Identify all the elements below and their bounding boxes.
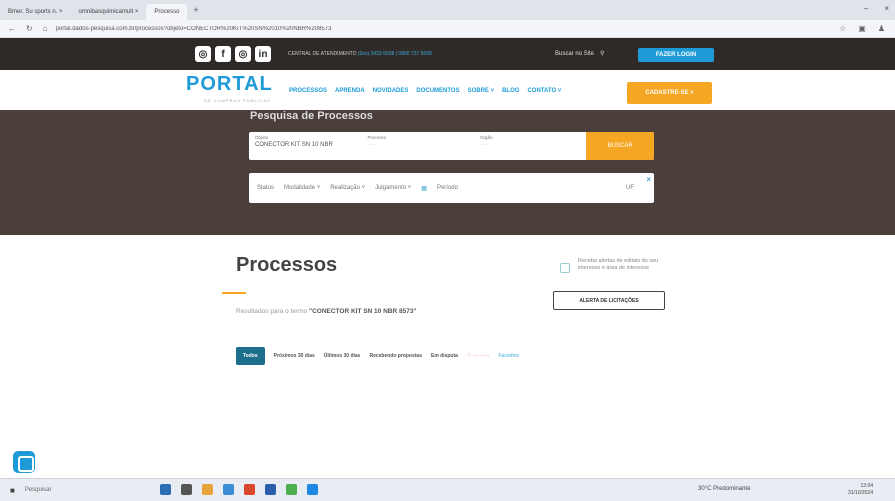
close-icon[interactable]: × [646,175,651,184]
tab-heart-icon[interactable]: ♡ ·········· [467,353,490,359]
login-button[interactable]: FAZER LOGIN [638,48,714,62]
tab-recebendo-propostas[interactable]: Recebendo propostas [369,353,422,359]
result-summary: Resultados para o termo "CONECTOR KIT SN… [236,308,417,315]
filter-realizacao[interactable]: Realização ˅ [330,185,365,191]
central-label: CENTRAL DE ATENDIMENTO [288,51,357,57]
tab-ultimos-30[interactable]: Últimos 30 dias [324,353,361,359]
hero-title: Pesquisa de Processos [250,110,373,122]
search-icon[interactable]: ⚲ [600,50,604,57]
browser-tab-1[interactable]: Bmer. Su sports n. × [0,4,71,20]
app-icon[interactable] [202,484,213,495]
back-icon[interactable]: ← [8,24,16,33]
taskbar-search[interactable]: Pesquisar [25,487,52,493]
site-search-label: Buscar no Site [555,50,595,57]
app-icon[interactable] [265,484,276,495]
orgao-input[interactable]: ····· [480,141,580,149]
search-hero: Pesquisa de Processos Objeto CONECTOR KI… [0,110,895,235]
linkedin-icon[interactable]: in [255,46,271,62]
minimize-button[interactable]: – [864,4,868,13]
alert-description: Receba alertas de editais do seu interes… [578,258,659,272]
browser-tabbar: Bmer. Su sports n. × omnibasquimicamult … [0,0,895,20]
whatsapp-icon[interactable]: ◎ [195,46,211,62]
os-taskbar: ■ Pesquisar 30°C Predominante 13:04 31/1… [0,478,895,501]
app-icon[interactable] [307,484,318,495]
reload-icon[interactable]: ↻ [26,24,33,33]
browser-tab-3[interactable]: Processo [146,4,188,20]
window-controls: – × [864,4,889,13]
processo-input[interactable]: ····· [367,141,467,149]
calendar-icon: ▦ [421,185,427,192]
search-form: Objeto CONECTOR KIT SN 10 NBR Processo ·… [249,132,654,160]
objeto-field[interactable]: Objeto CONECTOR KIT SN 10 NBR [249,132,361,160]
title-underline [222,292,246,294]
tab-label: Processo [154,9,180,15]
star-icon[interactable]: ☆ [839,24,846,33]
filter-periodo[interactable]: Período [437,185,458,191]
filter-modalidade[interactable]: Modalidade ˅ [284,185,320,191]
filter-julgamento[interactable]: Julgamento ˅ [375,185,411,191]
app-icon[interactable] [223,484,234,495]
top-strip: ◎ f ◎ in CENTRAL DE ATENDIMENTO (0xx) 34… [0,38,895,70]
app-icon[interactable] [244,484,255,495]
chat-icon[interactable] [13,451,35,473]
extensions-icon[interactable]: ▣ [858,24,866,33]
nav-item-novidades[interactable]: NOVIDADES [373,88,409,94]
instagram-icon[interactable]: ◎ [235,46,251,62]
site-search[interactable]: Buscar no Site ⚲ [555,50,604,58]
page-title: Processos [236,254,338,276]
cadastre-button[interactable]: CADASTRE-SE ˅ [627,82,712,104]
nav-item-documentos[interactable]: DOCUMENTOS [416,88,459,94]
alerta-licitacoes-button[interactable]: ALERTA DE LICITAÇÕES [553,291,665,310]
weather-widget[interactable]: 30°C Predominante [698,486,750,492]
profile-icon[interactable]: ♟ [878,24,885,33]
tab-label: Bmer. Su sports n. × [8,9,63,15]
app-icon[interactable] [286,484,297,495]
central-phone[interactable]: (0xx) 3433-5658 | 0800 737 5658 [358,51,432,57]
nav-item-contato[interactable]: CONTATO ˅ [527,88,561,94]
start-icon[interactable]: ■ [10,486,15,495]
home-icon[interactable]: ⌂ [43,24,48,33]
nav-item-blog[interactable]: BLOG [502,88,519,94]
filters-bar: Status Modalidade ˅ Realização ˅ Julgame… [249,173,654,203]
orgao-field[interactable]: Órgão ····· [474,132,586,160]
logo[interactable]: PORTAL [186,73,273,96]
url-field[interactable]: portal.dados-pesquisa.com.br/processos?o… [56,26,830,32]
clock[interactable]: 13:04 31/10/2024 [848,483,873,496]
tab-em-disputa[interactable]: Em disputa [431,353,458,359]
address-bar: ← ↻ ⌂ portal.dados-pesquisa.com.br/proce… [0,20,895,38]
process-tabs: Todos Próximos 30 dias Últimos 30 dias R… [236,347,519,365]
main-nav: PORTAL DE COMPRAS PÚBLICAS PROCESSOS APR… [0,70,895,110]
app-icon[interactable] [181,484,192,495]
taskbar-apps [160,484,318,495]
nav-item-aprenda[interactable]: APRENDA [335,88,365,94]
nav-menu: PROCESSOS APRENDA NOVIDADES DOCUMENTOS S… [289,88,561,94]
tab-label: omnibasquimicamult × [78,9,139,15]
clock-date: 31/10/2024 [848,489,874,496]
nav-item-sobre[interactable]: SOBRE ˅ [468,88,495,94]
result-prefix: Resultados para o termo [236,308,309,315]
buscar-button[interactable]: BUSCAR [586,132,654,160]
central-atendimento: CENTRAL DE ATENDIMENTO (0xx) 3433-5658 |… [288,51,432,57]
result-term: "CONECTOR KIT SN 10 NBR 8573" [308,308,417,315]
app-icon[interactable] [160,484,171,495]
new-tab-button[interactable]: + [193,5,198,15]
logo-subtitle: DE COMPRAS PÚBLICAS [204,98,271,103]
tab-proximos-30[interactable]: Próximos 30 dias [274,353,315,359]
browser-tab-2[interactable]: omnibasquimicamult × [71,4,147,20]
filter-uf[interactable]: UF [626,185,634,191]
objeto-input[interactable]: CONECTOR KIT SN 10 NBR [255,141,355,149]
social-links: ◎ f ◎ in [195,46,271,62]
tab-todos[interactable]: Todos [236,347,265,365]
processo-field[interactable]: Processo ····· [361,132,473,160]
nav-item-processos[interactable]: PROCESSOS [289,88,327,94]
filter-status[interactable]: Status [257,185,274,191]
alert-checkbox[interactable] [560,263,570,273]
close-window-button[interactable]: × [884,4,889,13]
tab-favoritos[interactable]: Favoritos [498,353,519,359]
facebook-icon[interactable]: f [215,46,231,62]
